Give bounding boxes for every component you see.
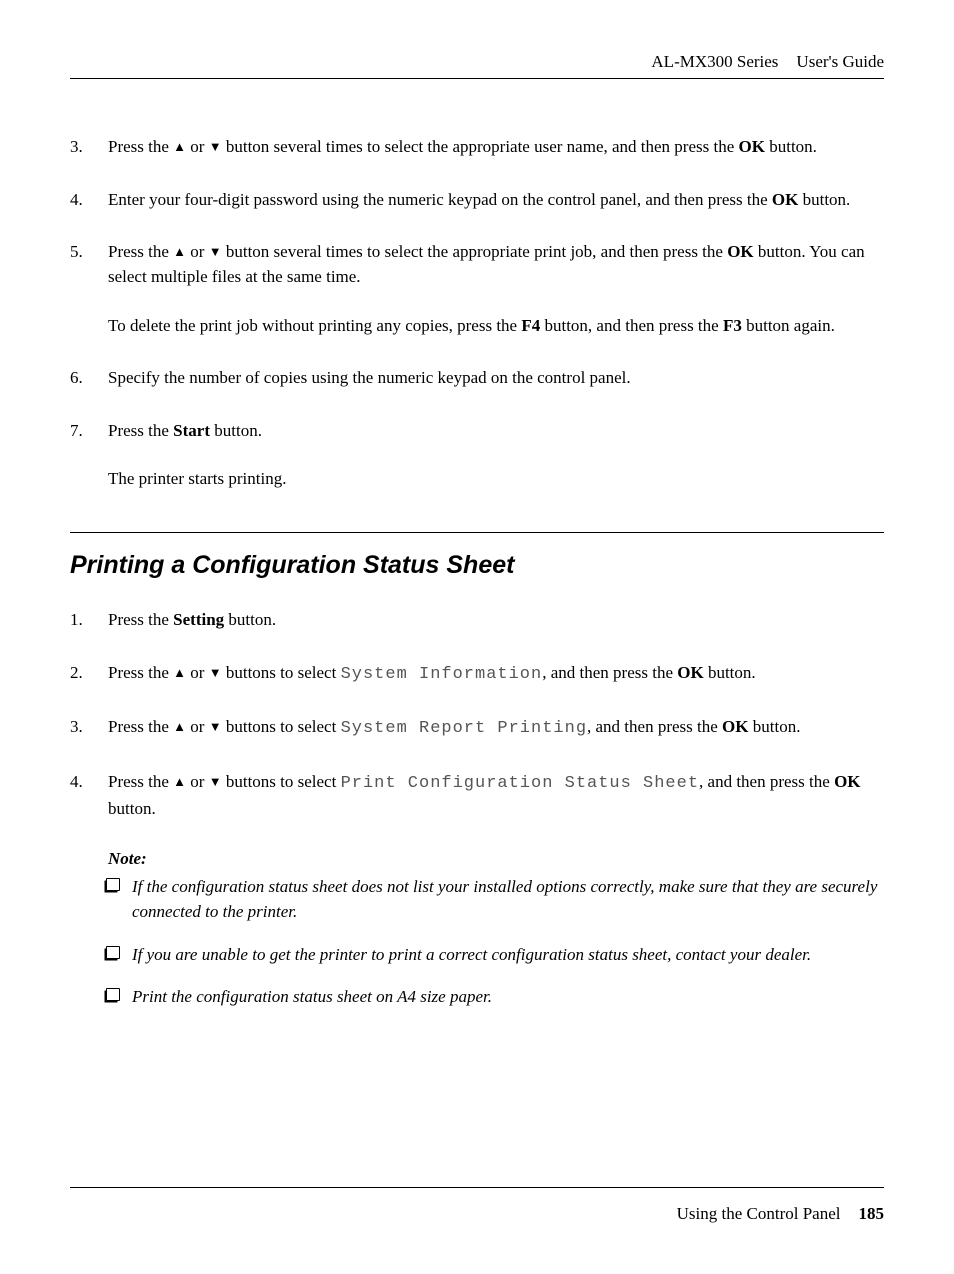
note-item: Print the configuration status sheet on … bbox=[132, 985, 884, 1010]
instruction-list-2: 1. Press the Setting button. 2. Press th… bbox=[70, 608, 884, 821]
step-text: Enter your four-digit password using the… bbox=[108, 190, 850, 209]
product-name: AL-MX300 Series bbox=[651, 52, 778, 71]
step-number: 6. bbox=[70, 366, 83, 391]
step-3: 3. Press the ▲ or ▼ button several times… bbox=[108, 135, 884, 160]
step-text: Press the ▲ or ▼ buttons to select Syste… bbox=[108, 663, 756, 682]
step-text: Specify the number of copies using the n… bbox=[108, 368, 631, 387]
step-number: 5. bbox=[70, 240, 83, 265]
step-text: Press the ▲ or ▼ buttons to select Print… bbox=[108, 772, 861, 818]
step-5: 5. Press the ▲ or ▼ button several times… bbox=[108, 240, 884, 338]
page-number: 185 bbox=[859, 1204, 885, 1223]
ok-button-label: OK bbox=[834, 772, 860, 791]
note-list: If the configuration status sheet does n… bbox=[70, 875, 884, 1010]
header-rule bbox=[70, 78, 884, 79]
section-title: Printing a Configuration Status Sheet bbox=[70, 551, 884, 580]
step-3: 3. Press the ▲ or ▼ buttons to select Sy… bbox=[108, 715, 884, 742]
step-number: 4. bbox=[70, 188, 83, 213]
ok-button-label: OK bbox=[727, 242, 753, 261]
menu-item-system-information: System Information bbox=[341, 665, 543, 684]
menu-item-system-report-printing: System Report Printing bbox=[341, 719, 587, 738]
instruction-list-1: 3. Press the ▲ or ▼ button several times… bbox=[70, 135, 884, 492]
step-4: 4. Enter your four-digit password using … bbox=[108, 188, 884, 213]
note-bullet-icon bbox=[106, 946, 120, 959]
step-7: 7. Press the Start button. The printer s… bbox=[108, 419, 884, 492]
up-triangle-icon: ▲ bbox=[173, 664, 186, 683]
footer-section: Using the Control Panel bbox=[677, 1204, 841, 1223]
down-triangle-icon: ▼ bbox=[209, 718, 222, 737]
up-triangle-icon: ▲ bbox=[173, 243, 186, 262]
step-subtext: To delete the print job without printing… bbox=[108, 314, 884, 339]
ok-button-label: OK bbox=[722, 717, 748, 736]
down-triangle-icon: ▼ bbox=[209, 243, 222, 262]
note-item: If the configuration status sheet does n… bbox=[132, 875, 884, 924]
footer-rule bbox=[70, 1187, 884, 1188]
step-subtext: The printer starts printing. bbox=[108, 467, 884, 492]
down-triangle-icon: ▼ bbox=[209, 773, 222, 792]
note-item: If you are unable to get the printer to … bbox=[132, 943, 884, 968]
step-text: Press the Start button. bbox=[108, 421, 262, 440]
start-button-label: Start bbox=[173, 421, 210, 440]
note-bullet-icon bbox=[106, 878, 120, 891]
ok-button-label: OK bbox=[772, 190, 798, 209]
step-text: Press the ▲ or ▼ button several times to… bbox=[108, 137, 817, 156]
ok-button-label: OK bbox=[677, 663, 703, 682]
step-number: 7. bbox=[70, 419, 83, 444]
ok-button-label: OK bbox=[739, 137, 765, 156]
page-content: 3. Press the ▲ or ▼ button several times… bbox=[70, 135, 884, 1028]
step-text: Press the Setting button. bbox=[108, 610, 276, 629]
step-number: 2. bbox=[70, 661, 83, 686]
doc-title: User's Guide bbox=[796, 52, 884, 71]
step-text: Press the ▲ or ▼ buttons to select Syste… bbox=[108, 717, 800, 736]
note-bullet-icon bbox=[106, 988, 120, 1001]
down-triangle-icon: ▼ bbox=[209, 664, 222, 683]
step-number: 3. bbox=[70, 715, 83, 740]
section-rule bbox=[70, 532, 884, 533]
note-label: Note: bbox=[108, 849, 884, 869]
page-header: AL-MX300 Series User's Guide bbox=[651, 52, 884, 72]
up-triangle-icon: ▲ bbox=[173, 718, 186, 737]
up-triangle-icon: ▲ bbox=[173, 773, 186, 792]
up-triangle-icon: ▲ bbox=[173, 138, 186, 157]
step-6: 6. Specify the number of copies using th… bbox=[108, 366, 884, 391]
step-number: 3. bbox=[70, 135, 83, 160]
f4-button-label: F4 bbox=[521, 316, 540, 335]
down-triangle-icon: ▼ bbox=[209, 138, 222, 157]
step-number: 1. bbox=[70, 608, 83, 633]
setting-button-label: Setting bbox=[173, 610, 224, 629]
step-4: 4. Press the ▲ or ▼ buttons to select Pr… bbox=[108, 770, 884, 821]
f3-button-label: F3 bbox=[723, 316, 742, 335]
step-text: Press the ▲ or ▼ button several times to… bbox=[108, 242, 865, 286]
step-1: 1. Press the Setting button. bbox=[108, 608, 884, 633]
step-number: 4. bbox=[70, 770, 83, 795]
step-2: 2. Press the ▲ or ▼ buttons to select Sy… bbox=[108, 661, 884, 688]
page-footer: Using the Control Panel 185 bbox=[677, 1204, 884, 1224]
menu-item-print-config-status-sheet: Print Configuration Status Sheet bbox=[341, 774, 699, 793]
